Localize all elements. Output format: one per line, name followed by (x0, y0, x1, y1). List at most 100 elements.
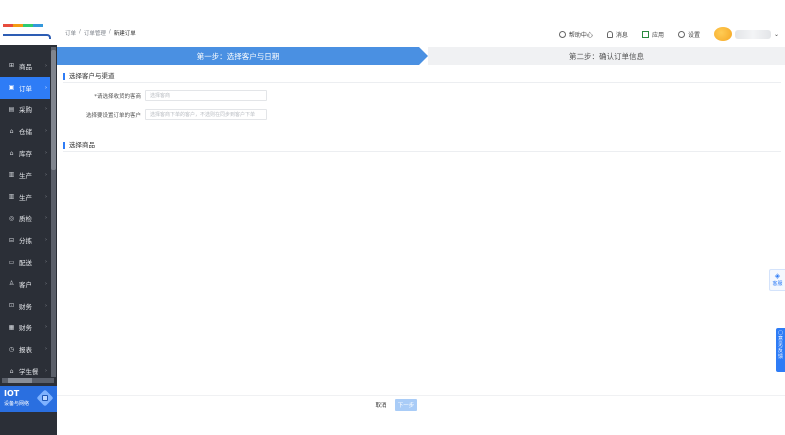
step-arrow (419, 47, 428, 65)
order-icon: ▣ (8, 84, 15, 92)
iot-entry[interactable]: IOT 设备与网络 (0, 386, 57, 412)
step-2: 第二步：确认订单信息 (428, 47, 785, 65)
user-menu[interactable]: ⌄ (713, 27, 779, 41)
sidebar-item-label: 采购 (19, 106, 32, 115)
sidebar-item[interactable]: ▣ 订单 › (0, 76, 50, 99)
sidebar-item[interactable]: ⊟ 分拣 › (0, 229, 50, 251)
customer-label: 选择要设置订单的客户 (85, 112, 141, 119)
form-row-supplier: *请选择收货的客商 选择客商 (57, 90, 267, 101)
feedback-label: 意见反馈 (777, 336, 783, 360)
sidebar-scrollbar-thumb[interactable] (51, 50, 56, 170)
supplier-select[interactable]: 选择客商 (145, 90, 267, 101)
sidebar-item-label: 配送 (19, 259, 32, 268)
sidebar-item-label: 订单 (19, 84, 32, 93)
sidebar-item-label: 客户 (19, 280, 32, 289)
app-root: ⊞ 商品 › ▣ 订单 › ▤ 采购 › ⌂ 仓储 › ⌂ 库存 › ▥ 生产 › ▥ 生产 › ◎ 质检 › ⊟ 分拣 › ▭ 配送 ›… (0, 0, 785, 435)
gear-icon (677, 30, 685, 38)
chip-inner-icon (42, 395, 48, 401)
apps-button[interactable]: 应用 (641, 30, 664, 39)
support-icon: ◈ (774, 272, 781, 280)
main-content: 第一步：选择客户与日期 第二步：确认订单信息 选择客户与渠道 *请选择收货的客商… (57, 45, 785, 395)
notification-label: 消息 (615, 31, 628, 39)
customer-service-button[interactable]: ◈ 客服 (769, 269, 785, 291)
chevron-right-icon: › (45, 346, 47, 353)
customer-icon: ♙ (8, 280, 15, 288)
section-divider (63, 82, 781, 83)
breadcrumb-item[interactable]: 订单 (65, 29, 76, 37)
sidebar-item[interactable]: ▥ 生产 › (0, 186, 50, 208)
breadcrumb-separator: / (79, 29, 81, 35)
chevron-right-icon: › (45, 324, 47, 331)
sidebar-item[interactable]: ▥ 生产 › (0, 164, 50, 186)
logo-mark (3, 34, 51, 39)
form-row-customer: 选择要设置订单的客户 选择客商下单的客户，不选则在同步到客户下单 (57, 109, 267, 120)
chevron-right-icon: › (45, 368, 47, 375)
sidebar-item-label: 生产 (19, 171, 32, 180)
bell-icon (606, 30, 613, 38)
clock-icon (558, 30, 566, 38)
breadcrumb-separator: / (108, 29, 111, 35)
sidebar-item-label: 库存 (19, 150, 32, 159)
stepper: 第一步：选择客户与日期 第二步：确认订单信息 (57, 47, 785, 65)
cancel-button[interactable]: 取消 (372, 399, 390, 411)
sidebar-item[interactable]: ◎ 质检 › (0, 208, 50, 230)
finance-icon: ▦ (8, 323, 15, 331)
delivery-icon: ▭ (8, 258, 15, 266)
help-center-button[interactable]: 帮助中心 (558, 30, 593, 39)
sidebar-item[interactable]: ⊞ 商品 › (0, 55, 50, 77)
notification-button[interactable]: 消息 (606, 30, 628, 39)
sidebar-item[interactable]: ▤ 采购 › (0, 99, 50, 121)
sidebar-item[interactable]: ▭ 配送 › (0, 251, 50, 273)
section-divider (63, 151, 781, 152)
sorting-icon: ⊟ (8, 236, 15, 244)
sidebar-item-label: 分拣 (19, 237, 32, 246)
grid-icon: ⊞ (8, 62, 15, 70)
logo-color-bars (3, 24, 43, 27)
report-icon: ◷ (8, 345, 15, 353)
avatar (713, 27, 732, 41)
sidebar-item-label: 财务 (19, 324, 32, 333)
chevron-right-icon: › (45, 302, 47, 309)
customer-select[interactable]: 选择客商下单的客户，不选则在同步到客户下单 (145, 109, 267, 120)
sidebar-item[interactable]: ⊡ 财务 › (0, 295, 50, 317)
settings-button[interactable]: 设置 (677, 30, 700, 39)
sidebar-item[interactable]: ⌂ 库存 › (0, 142, 50, 164)
inventory-icon: ⌂ (9, 149, 14, 157)
chevron-down-icon: ⌄ (773, 30, 779, 38)
breadcrumb-item[interactable]: 订单管理 (84, 29, 106, 37)
sidebar-item-label: 报表 (19, 346, 32, 355)
sidebar-hscrollbar[interactable] (2, 378, 54, 383)
inspection-icon: ◎ (8, 214, 15, 222)
sidebar: ⊞ 商品 › ▣ 订单 › ▤ 采购 › ⌂ 仓储 › ⌂ 库存 › ▥ 生产 › ▥ 生产 › ◎ 质检 › ⊟ 分拣 › ▭ 配送 ›… (0, 0, 57, 435)
next-step-button[interactable]: 下一步 (395, 399, 417, 411)
warehouse-icon: ⌂ (9, 127, 14, 135)
help-center-label: 帮助中心 (568, 31, 593, 39)
chevron-right-icon: › (45, 150, 47, 157)
logo[interactable] (0, 0, 57, 45)
chevron-right-icon: › (45, 128, 47, 135)
sidebar-item-label: 商品 (19, 62, 32, 71)
production-icon: ▥ (8, 171, 15, 179)
chevron-right-icon: › (45, 84, 47, 91)
sidebar-item-label: 仓储 (19, 128, 32, 137)
step-1-active: 第一步：选择客户与日期 (57, 47, 419, 65)
chevron-right-icon: › (45, 62, 47, 69)
chevron-right-icon: › (45, 237, 47, 244)
chevron-right-icon: › (45, 193, 47, 200)
sidebar-item[interactable]: ⌂ 仓储 › (0, 120, 50, 142)
sidebar-hscrollbar-thumb[interactable] (8, 378, 32, 383)
apps-label: 应用 (651, 31, 664, 39)
chevron-right-icon: › (45, 259, 47, 266)
user-name-blurred (734, 29, 771, 39)
sidebar-item[interactable]: ♙ 客户 › (0, 273, 50, 295)
header-actions: 帮助中心 消息 应用 设置 ⌄ (558, 27, 779, 41)
section-title-products: 选择商品 (63, 142, 95, 149)
feedback-button[interactable]: ▢ 意见反馈 (776, 328, 785, 372)
breadcrumb: 订单 / 订单管理 / 新建订单 (65, 29, 136, 37)
meal-icon: ⌂ (9, 367, 14, 375)
production-icon: ▥ (8, 193, 15, 201)
apps-icon (641, 30, 649, 38)
sidebar-item[interactable]: ▦ 财务 › (0, 317, 50, 339)
sidebar-item[interactable]: ◷ 报表 › (0, 338, 50, 360)
chevron-right-icon: › (45, 106, 47, 113)
